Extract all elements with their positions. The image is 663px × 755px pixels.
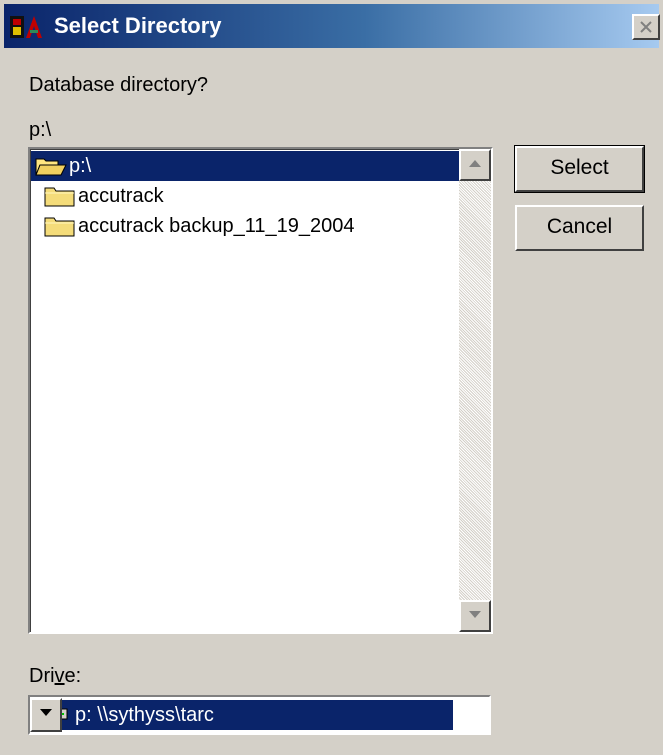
scroll-down-button[interactable] [459,600,491,632]
close-button[interactable] [632,14,660,40]
list-item-label: p:\ [69,154,92,177]
drive-label-accelerator: v [54,665,65,687]
chevron-down-icon [40,709,52,716]
arrow-down-icon [469,611,481,618]
drive-select[interactable]: p: \\sythyss\tarc [28,695,491,735]
drive-label-text: Dri [29,665,55,687]
list-item-accutrack-backup[interactable]: accutrack backup_11_19_2004 [31,211,459,241]
title-bar[interactable]: Select Directory [4,4,660,48]
window-title: Select Directory [54,13,222,38]
list-item-root[interactable]: p:\ [31,151,459,181]
directory-listbox[interactable]: p:\ accutrack accutrack backup_11_19_200… [28,147,493,634]
cancel-button[interactable]: Cancel [515,205,644,251]
folder-icon [44,217,75,237]
select-button[interactable]: Select [514,145,645,193]
app-icon [10,16,42,38]
list-item-label: accutrack backup_11_19_2004 [78,214,355,237]
drive-label-text-end: e: [64,665,82,687]
close-icon [640,21,652,33]
scroll-up-button[interactable] [459,149,491,181]
prompt-label: Database directory? [29,74,208,96]
folder-icon [44,187,75,207]
vertical-scrollbar[interactable] [459,149,491,632]
select-directory-dialog: Select Directory Database directory? p:\… [0,0,663,755]
arrow-up-icon [469,160,481,167]
list-item-label: accutrack [78,184,164,207]
drive-selected-value: p: \\sythyss\tarc [33,700,453,730]
drive-label: Drive: [29,665,81,688]
current-path-label: p:\ [29,119,52,141]
drive-value-text: p: \\sythyss\tarc [75,703,214,726]
open-folder-icon [35,158,67,176]
list-item-accutrack[interactable]: accutrack [31,181,459,211]
drive-dropdown-button[interactable] [30,698,62,732]
